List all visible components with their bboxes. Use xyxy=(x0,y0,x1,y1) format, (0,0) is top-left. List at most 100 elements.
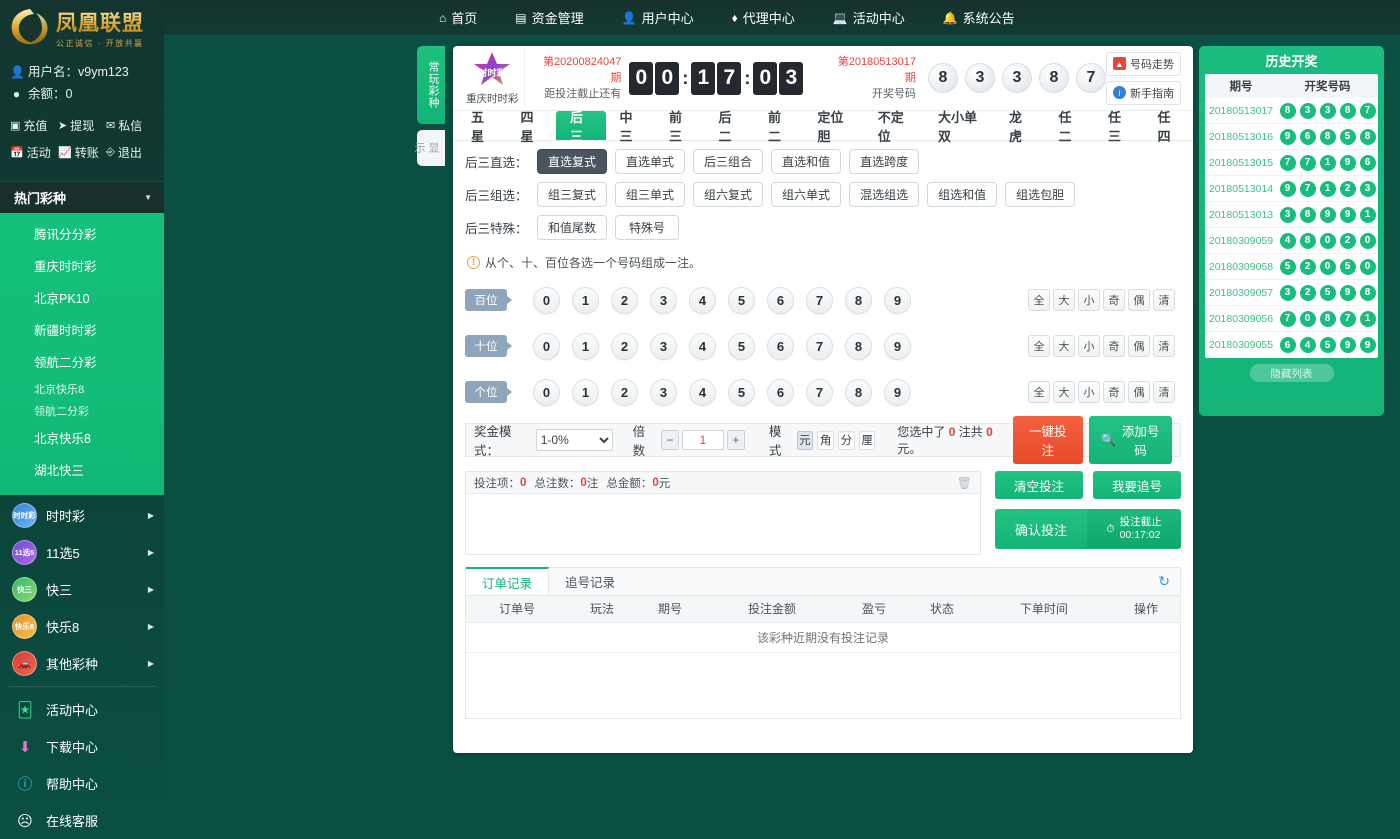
quick-even-shiwei[interactable]: 偶 xyxy=(1128,335,1150,357)
quick-odd-shiwei[interactable]: 奇 xyxy=(1103,335,1125,357)
history-row[interactable]: 20180513016 9 6 8 5 8 xyxy=(1205,124,1378,150)
quick-all-shiwei[interactable]: 全 xyxy=(1028,335,1050,357)
hot-item-4[interactable]: 领航二分彩 xyxy=(0,347,164,379)
ball-baiwei-0[interactable]: 0 xyxy=(533,287,560,314)
confirm-bet-button[interactable]: 确认投注 xyxy=(995,509,1087,549)
quick-link-transfer[interactable]: 📈 转账 xyxy=(58,144,106,161)
multiple-decrease-button[interactable]: − xyxy=(661,430,679,450)
nav-agent-center[interactable]: ♦ 代理中心 xyxy=(732,8,795,27)
hot-item-6[interactable]: 领航二分彩 xyxy=(0,401,164,423)
quick-even-baiwei[interactable]: 偶 xyxy=(1128,289,1150,311)
nav-user-center[interactable]: 👤 用户中心 xyxy=(622,8,694,27)
tab-daxiaodanshuang[interactable]: 大小单双 xyxy=(924,111,995,140)
tab-qianer[interactable]: 前二 xyxy=(754,111,804,140)
hot-item-2[interactable]: 北京PK10 xyxy=(0,283,164,315)
tab-sixing[interactable]: 四星 xyxy=(507,111,557,140)
tab-wuxing[interactable]: 五星 xyxy=(457,111,507,140)
ball-gewei-8[interactable]: 8 xyxy=(845,379,872,406)
ball-gewei-5[interactable]: 5 xyxy=(728,379,755,406)
category-kuaisan[interactable]: 快三 快三 ▶ xyxy=(0,571,164,608)
ball-shiwei-1[interactable]: 1 xyxy=(572,333,599,360)
ball-gewei-3[interactable]: 3 xyxy=(650,379,677,406)
category-shishicai[interactable]: 时时彩 时时彩 ▶ xyxy=(0,497,164,534)
ball-baiwei-1[interactable]: 1 xyxy=(572,287,599,314)
ball-baiwei-2[interactable]: 2 xyxy=(611,287,638,314)
number-trend-button[interactable]: ▲ 号码走势 xyxy=(1106,52,1181,76)
service-activity-center[interactable]: 🃏 活动中心 xyxy=(0,691,164,728)
method-zhixuan-fushi[interactable]: 直选复式 xyxy=(537,149,607,174)
ball-shiwei-2[interactable]: 2 xyxy=(611,333,638,360)
method-hezhi-weishu[interactable]: 和值尾数 xyxy=(537,215,607,240)
chase-number-button[interactable]: 我要追号 xyxy=(1093,471,1181,499)
ball-gewei-7[interactable]: 7 xyxy=(806,379,833,406)
category-others[interactable]: 🚗 其他彩种 ▶ xyxy=(0,645,164,682)
quick-big-shiwei[interactable]: 大 xyxy=(1053,335,1075,357)
ball-gewei-9[interactable]: 9 xyxy=(884,379,911,406)
prize-mode-select[interactable]: 1-0% xyxy=(536,429,613,451)
nav-fund-management[interactable]: ▤ 资金管理 xyxy=(515,8,583,27)
quick-clear-baiwei[interactable]: 清 xyxy=(1153,289,1175,311)
method-zuxuan-hezhi[interactable]: 组选和值 xyxy=(927,182,997,207)
brand-logo[interactable]: 凤凰联盟 公正诚信 · 开放共赢 xyxy=(0,0,164,55)
category-11x5[interactable]: 11选5 11选5 ▶ xyxy=(0,534,164,571)
hot-item-7[interactable]: 北京快乐8 xyxy=(0,423,164,455)
ball-shiwei-7[interactable]: 7 xyxy=(806,333,833,360)
ball-shiwei-6[interactable]: 6 xyxy=(767,333,794,360)
trash-icon[interactable]: 🗑 xyxy=(957,476,972,490)
method-housan-zuhe[interactable]: 后三组合 xyxy=(693,149,763,174)
add-number-button[interactable]: 🔍 添加号码 xyxy=(1089,416,1172,464)
tab-rensan[interactable]: 任三 xyxy=(1094,111,1144,140)
quick-link-recharge[interactable]: ▣ 充值 xyxy=(10,117,58,134)
ball-baiwei-8[interactable]: 8 xyxy=(845,287,872,314)
method-zuxuan-baodan[interactable]: 组选包胆 xyxy=(1005,182,1075,207)
quick-all-baiwei[interactable]: 全 xyxy=(1028,289,1050,311)
one-click-bet-button[interactable]: 一键投注 xyxy=(1013,416,1083,464)
vtab-frequent-lottery[interactable]: 常玩彩种 xyxy=(417,46,445,124)
history-row[interactable]: 20180309059 4 8 0 2 0 xyxy=(1205,228,1378,254)
history-row[interactable]: 20180513015 7 7 1 9 6 xyxy=(1205,150,1378,176)
nav-home[interactable]: ⌂ 首页 xyxy=(439,8,477,27)
history-row[interactable]: 20180309057 3 2 5 9 8 xyxy=(1205,280,1378,306)
ball-baiwei-5[interactable]: 5 xyxy=(728,287,755,314)
history-row[interactable]: 20180309055 6 4 5 9 9 xyxy=(1205,332,1378,358)
history-row[interactable]: 20180309056 7 0 8 7 1 xyxy=(1205,306,1378,332)
quick-clear-shiwei[interactable]: 清 xyxy=(1153,335,1175,357)
quick-big-baiwei[interactable]: 大 xyxy=(1053,289,1075,311)
ball-baiwei-9[interactable]: 9 xyxy=(884,287,911,314)
bet-deadline-timer[interactable]: ⏱ 投注截止 00:17:02 xyxy=(1087,509,1181,549)
hot-lottery-section-header[interactable]: 热门彩种 ▼ xyxy=(0,181,164,213)
tab-order-records[interactable]: 订单记录 xyxy=(466,567,549,595)
quick-link-withdraw[interactable]: ➤ 提现 xyxy=(58,117,106,134)
ball-shiwei-4[interactable]: 4 xyxy=(689,333,716,360)
ball-baiwei-3[interactable]: 3 xyxy=(650,287,677,314)
method-zusan-fushi[interactable]: 组三复式 xyxy=(537,182,607,207)
nav-system-notice[interactable]: 🔔 系统公告 xyxy=(943,8,1015,27)
tab-rensi[interactable]: 任四 xyxy=(1143,111,1193,140)
multiple-input[interactable]: 1 xyxy=(682,430,724,450)
method-zhixuan-danshi[interactable]: 直选单式 xyxy=(615,149,685,174)
service-download-center[interactable]: ⬇ 下载中心 xyxy=(0,728,164,765)
hot-item-5[interactable]: 北京快乐8 xyxy=(0,379,164,401)
unit-fen[interactable]: 分 xyxy=(838,431,855,450)
history-row[interactable]: 20180309058 5 2 0 5 0 xyxy=(1205,254,1378,280)
ball-shiwei-3[interactable]: 3 xyxy=(650,333,677,360)
quick-odd-baiwei[interactable]: 奇 xyxy=(1103,289,1125,311)
multiple-increase-button[interactable]: + xyxy=(727,430,745,450)
quick-link-logout[interactable]: ⎆ 退出 xyxy=(106,144,154,161)
hot-item-0[interactable]: 腾讯分分彩 xyxy=(0,219,164,251)
quick-link-activity[interactable]: 📅 活动 xyxy=(10,144,58,161)
hot-item-3[interactable]: 新疆时时彩 xyxy=(0,315,164,347)
tab-houer[interactable]: 后二 xyxy=(705,111,755,140)
method-zuliu-fushi[interactable]: 组六复式 xyxy=(693,182,763,207)
unit-jiao[interactable]: 角 xyxy=(817,431,834,450)
quick-big-gewei[interactable]: 大 xyxy=(1053,381,1075,403)
quick-small-gewei[interactable]: 小 xyxy=(1078,381,1100,403)
ball-shiwei-0[interactable]: 0 xyxy=(533,333,560,360)
clear-bets-button[interactable]: 清空投注 xyxy=(995,471,1083,499)
quick-small-baiwei[interactable]: 小 xyxy=(1078,289,1100,311)
tab-qiansan[interactable]: 前三 xyxy=(655,111,705,140)
hide-list-button[interactable]: 隐藏列表 xyxy=(1250,364,1334,382)
service-help-center[interactable]: ⓘ 帮助中心 xyxy=(0,765,164,802)
tab-rener[interactable]: 任二 xyxy=(1044,111,1094,140)
quick-odd-gewei[interactable]: 奇 xyxy=(1103,381,1125,403)
